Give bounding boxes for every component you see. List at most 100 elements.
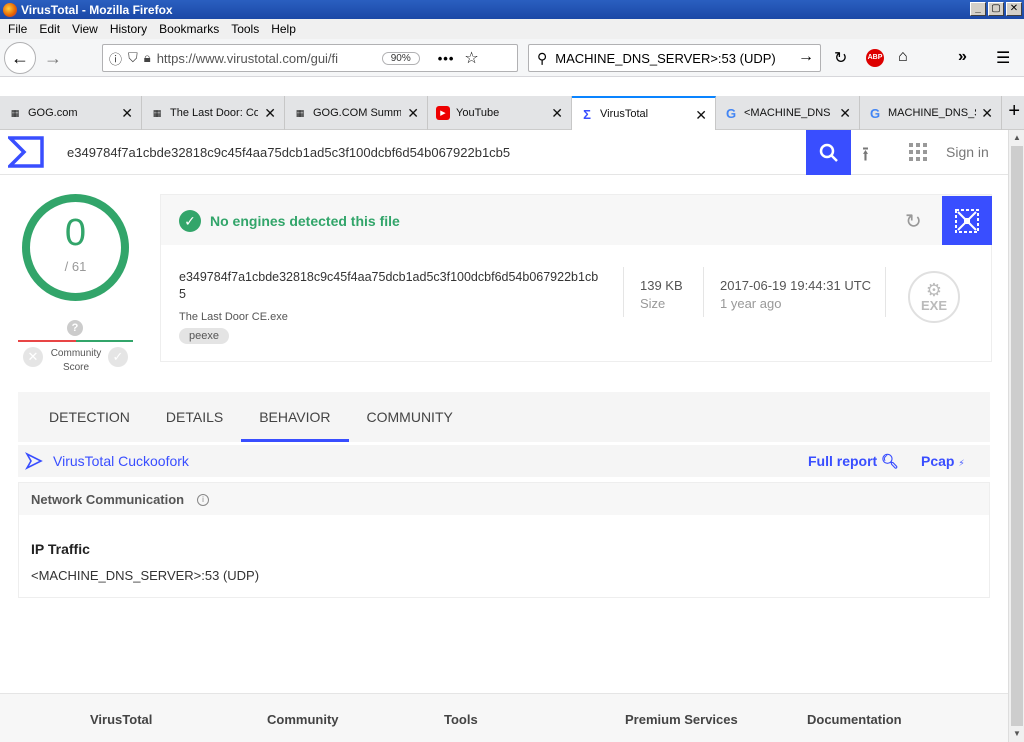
- overflow-menu-icon[interactable]: »: [958, 48, 967, 66]
- file-summary-card: ✓ No engines detected this file ↻ e34978…: [160, 194, 992, 362]
- page-actions-icon[interactable]: •••: [438, 51, 455, 66]
- search-bar[interactable]: ⚲ MACHINE_DNS_SERVER>:53 (UDP) →: [528, 44, 821, 72]
- info-icon[interactable]: i: [197, 494, 209, 506]
- tab-community[interactable]: COMMUNITY: [349, 392, 471, 442]
- tab-detection[interactable]: DETECTION: [18, 392, 148, 442]
- info-icon[interactable]: ⓘ: [109, 49, 122, 68]
- network-communication-card: Network Communication i IP Traffic <MACH…: [18, 482, 990, 598]
- sandbox-selector: VirusTotal Cuckoofork Full report 🔍︎ Pca…: [18, 445, 990, 477]
- adblock-icon[interactable]: ABP: [866, 49, 884, 67]
- analysis-date-relative: 1 year ago: [720, 296, 782, 311]
- sign-in-link[interactable]: Sign in: [946, 144, 989, 160]
- close-tab-icon[interactable]: ✕: [551, 105, 563, 122]
- menu-bookmarks[interactable]: Bookmarks: [153, 22, 225, 36]
- zoom-indicator[interactable]: 90%: [381, 51, 420, 65]
- upload-icon[interactable]: ⭱: [862, 140, 869, 174]
- pcap-link[interactable]: Pcap ⚡: [921, 453, 965, 469]
- close-window-button[interactable]: ✕: [1006, 2, 1022, 16]
- scroll-down-icon[interactable]: ▼: [1009, 726, 1024, 742]
- menu-history[interactable]: History: [104, 22, 153, 36]
- firefox-icon: [3, 2, 17, 17]
- tab-last-door[interactable]: ▦ The Last Door: Co ✕: [142, 96, 285, 130]
- graph-button[interactable]: [942, 196, 992, 245]
- close-tab-icon[interactable]: ✕: [839, 105, 851, 122]
- reload-icon[interactable]: ↻: [834, 48, 847, 68]
- divider: [623, 267, 624, 317]
- window-titlebar: VirusTotal - Mozilla Firefox _ ▢ ✕: [0, 0, 1024, 19]
- close-tab-icon[interactable]: ✕: [695, 107, 707, 124]
- close-tab-icon[interactable]: ✕: [407, 105, 419, 122]
- tab-virustotal[interactable]: Σ VirusTotal ✕: [572, 96, 716, 130]
- tab-youtube[interactable]: ▶ YouTube ✕: [428, 96, 572, 130]
- lock-icon[interactable]: 🔒︎: [144, 50, 151, 66]
- page-scrollbar[interactable]: ▲ ▼: [1008, 130, 1024, 742]
- url-bar[interactable]: ⓘ ⛉ 🔒︎ https://www.virustotal.com/gui/fi…: [102, 44, 518, 72]
- shield-icon[interactable]: ⛉: [128, 50, 138, 66]
- vote-malicious-icon[interactable]: ✕: [23, 347, 43, 367]
- menu-file[interactable]: File: [2, 22, 33, 36]
- community-bar-positive: [76, 340, 133, 342]
- tab-strip: ▦ GOG.com ✕ ▦ The Last Door: Co ✕ ▦ GOG.…: [0, 96, 1024, 130]
- tab-google-2[interactable]: G MACHINE_DNS_S ✕: [860, 96, 1002, 130]
- file-size-label: Size: [640, 296, 666, 311]
- ip-traffic-value[interactable]: <MACHINE_DNS_SERVER>:53 (UDP): [31, 568, 259, 583]
- tab-gog-summer[interactable]: ▦ GOG.COM Summe ✕: [285, 96, 428, 130]
- google-icon: G: [725, 105, 737, 121]
- forward-button[interactable]: →: [44, 48, 62, 69]
- detection-score: 0: [64, 212, 87, 254]
- hamburger-menu-icon[interactable]: ☰: [996, 48, 1010, 68]
- full-report-link[interactable]: Full report 🔍︎: [808, 453, 899, 470]
- footer-tools[interactable]: Tools: [444, 712, 478, 727]
- close-tab-icon[interactable]: ✕: [264, 105, 276, 122]
- vote-harmless-icon[interactable]: ✓: [108, 347, 128, 367]
- tab-label: The Last Door: Co: [170, 107, 258, 119]
- tab-gog[interactable]: ▦ GOG.com ✕: [0, 96, 142, 130]
- gog-icon: ▦: [152, 107, 162, 118]
- search-hash-input[interactable]: e349784f7a1cbde32818c9c45f4aa75dcb1ad5c3…: [67, 145, 510, 160]
- close-tab-icon[interactable]: ✕: [121, 105, 133, 122]
- virustotal-logo[interactable]: [5, 136, 44, 171]
- menu-tools[interactable]: Tools: [225, 22, 265, 36]
- sandbox-name-link[interactable]: VirusTotal Cuckoofork: [53, 453, 189, 469]
- url-text[interactable]: https://www.virustotal.com/gui/fi: [157, 51, 352, 66]
- tab-label: MACHINE_DNS_S: [888, 107, 976, 119]
- tab-behavior[interactable]: BEHAVIOR: [241, 392, 349, 442]
- window-title: VirusTotal - Mozilla Firefox: [21, 2, 173, 17]
- minimize-button[interactable]: _: [970, 2, 986, 16]
- full-report-label: Full report: [808, 453, 878, 469]
- search-input-value[interactable]: MACHINE_DNS_SERVER>:53 (UDP): [555, 51, 775, 66]
- footer-premium-services[interactable]: Premium Services: [625, 712, 738, 727]
- youtube-icon: ▶: [436, 106, 450, 120]
- footer-virustotal[interactable]: VirusTotal: [90, 712, 152, 727]
- pcap-label: Pcap: [921, 453, 955, 469]
- menu-help[interactable]: Help: [265, 22, 302, 36]
- menubar: File Edit View History Bookmarks Tools H…: [0, 19, 1024, 39]
- community-score: ? ✕ Community Score ✓: [18, 320, 133, 376]
- file-name: The Last Door CE.exe: [179, 311, 288, 323]
- reanalyze-icon[interactable]: ↻: [905, 209, 922, 234]
- tab-details[interactable]: DETAILS: [148, 392, 241, 442]
- network-card-title: Network Communication: [31, 492, 185, 507]
- new-tab-icon[interactable]: +: [1008, 100, 1020, 123]
- menu-view[interactable]: View: [66, 22, 104, 36]
- tab-label: GOG.COM Summe: [313, 107, 401, 119]
- page-content: e349784f7a1cbde32818c9c45f4aa75dcb1ad5c3…: [0, 130, 1008, 742]
- menu-edit[interactable]: Edit: [33, 22, 66, 36]
- scroll-up-icon[interactable]: ▲: [1009, 130, 1024, 146]
- scroll-thumb[interactable]: [1011, 146, 1023, 726]
- bookmark-star-icon[interactable]: ☆: [464, 48, 478, 68]
- file-tag[interactable]: peexe: [179, 328, 229, 344]
- back-button[interactable]: ←: [4, 42, 36, 74]
- footer-documentation[interactable]: Documentation: [807, 712, 902, 727]
- gog-icon: ▦: [295, 107, 305, 118]
- home-icon[interactable]: ⌂: [898, 48, 908, 66]
- footer-community[interactable]: Community: [267, 712, 339, 727]
- file-hash: e349784f7a1cbde32818c9c45f4aa75dcb1ad5c3…: [179, 270, 599, 301]
- apps-grid-icon[interactable]: [909, 143, 927, 164]
- maximize-button[interactable]: ▢: [988, 2, 1004, 16]
- search-go-icon[interactable]: →: [798, 48, 814, 66]
- vt-search-button[interactable]: [806, 130, 851, 175]
- community-score-label: Community Score: [50, 348, 102, 373]
- tab-google-1[interactable]: G <MACHINE_DNS ✕: [716, 96, 860, 130]
- close-tab-icon[interactable]: ✕: [981, 105, 993, 122]
